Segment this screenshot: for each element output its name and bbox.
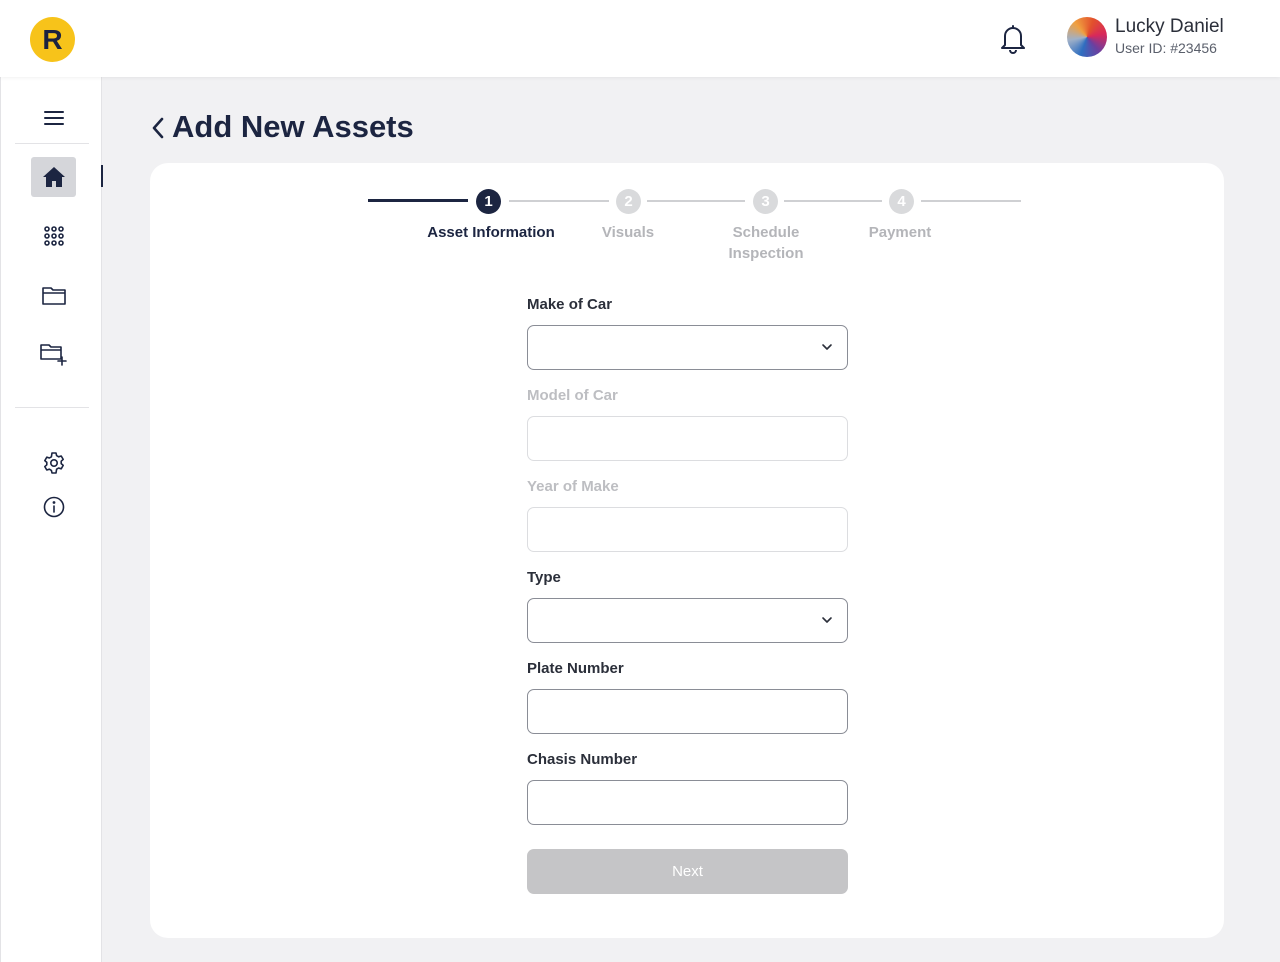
make-of-car-value <box>540 326 810 369</box>
model-of-car-input[interactable] <box>540 417 810 460</box>
step-1-circle[interactable]: 1 <box>476 189 501 214</box>
stepper-line <box>647 200 745 202</box>
logo-letter: R <box>42 23 63 55</box>
apps-grid-icon <box>43 226 64 246</box>
sidebar-item-add-folder[interactable] <box>31 334 76 374</box>
stepper-line <box>784 200 882 202</box>
sidebar-menu-toggle[interactable] <box>31 98 76 138</box>
active-indicator <box>101 165 103 187</box>
step-4-circle[interactable]: 4 <box>889 189 914 214</box>
top-bar: R Lucky Daniel User ID: #23456 <box>0 0 1280 77</box>
step-3-label-line2: Inspection <box>728 245 804 262</box>
chassis-number-input[interactable] <box>540 781 810 824</box>
sidebar-item-folder[interactable] <box>31 275 76 315</box>
step-3-label-line1: Schedule <box>732 224 800 241</box>
model-of-car-label: Model of Car <box>527 387 618 404</box>
sidebar <box>0 77 103 962</box>
info-icon <box>43 496 64 518</box>
next-button[interactable]: Next <box>527 849 848 894</box>
stepper-line <box>921 200 1021 202</box>
folder-icon <box>41 287 66 305</box>
avatar[interactable] <box>1067 17 1107 57</box>
plate-number-field[interactable] <box>527 689 848 734</box>
sidebar-item-home[interactable] <box>31 157 76 197</box>
step-3-label: Schedule Inspection <box>711 222 821 264</box>
chevron-down-icon <box>822 617 832 623</box>
make-of-car-label: Make of Car <box>527 296 613 313</box>
sidebar-item-settings[interactable] <box>31 443 76 483</box>
settings-icon <box>43 452 64 474</box>
chevron-left-icon <box>152 117 164 139</box>
stepper-line <box>368 199 468 202</box>
stepper-line <box>509 200 609 202</box>
menu-icon <box>43 111 64 125</box>
plate-number-label: Plate Number <box>527 660 624 677</box>
chassis-number-label: Chasis Number <box>527 751 638 768</box>
year-of-make-input[interactable] <box>540 508 810 551</box>
sidebar-item-apps[interactable] <box>31 216 76 256</box>
logo[interactable]: R <box>30 17 75 62</box>
make-of-car-select[interactable] <box>527 325 848 370</box>
chevron-down-icon <box>822 344 832 350</box>
type-value <box>540 599 810 642</box>
home-icon <box>42 167 65 187</box>
step-1-label: Asset Information <box>427 224 555 241</box>
form-card: 1 2 3 4 Asset Information Visuals Schedu… <box>150 163 1224 938</box>
notification-bell-icon[interactable] <box>997 22 1029 56</box>
model-of-car-field[interactable] <box>527 416 848 461</box>
step-4-label: Payment <box>868 224 932 241</box>
type-label: Type <box>527 569 561 586</box>
type-select[interactable] <box>527 598 848 643</box>
sidebar-divider <box>15 407 89 408</box>
year-of-make-field[interactable] <box>527 507 848 552</box>
year-of-make-label: Year of Make <box>527 478 619 495</box>
step-2-label: Visuals <box>601 224 655 241</box>
user-id: User ID: #23456 <box>1115 40 1217 56</box>
plate-number-input[interactable] <box>540 690 810 733</box>
sidebar-item-info[interactable] <box>31 487 76 527</box>
user-name: Lucky Daniel <box>1115 16 1224 37</box>
sidebar-divider <box>15 143 89 144</box>
back-button[interactable] <box>148 113 168 143</box>
step-3-circle[interactable]: 3 <box>753 189 778 214</box>
step-2-circle[interactable]: 2 <box>616 189 641 214</box>
folder-add-icon <box>39 344 67 366</box>
chassis-number-field[interactable] <box>527 780 848 825</box>
page-title: Add New Assets <box>172 109 414 144</box>
